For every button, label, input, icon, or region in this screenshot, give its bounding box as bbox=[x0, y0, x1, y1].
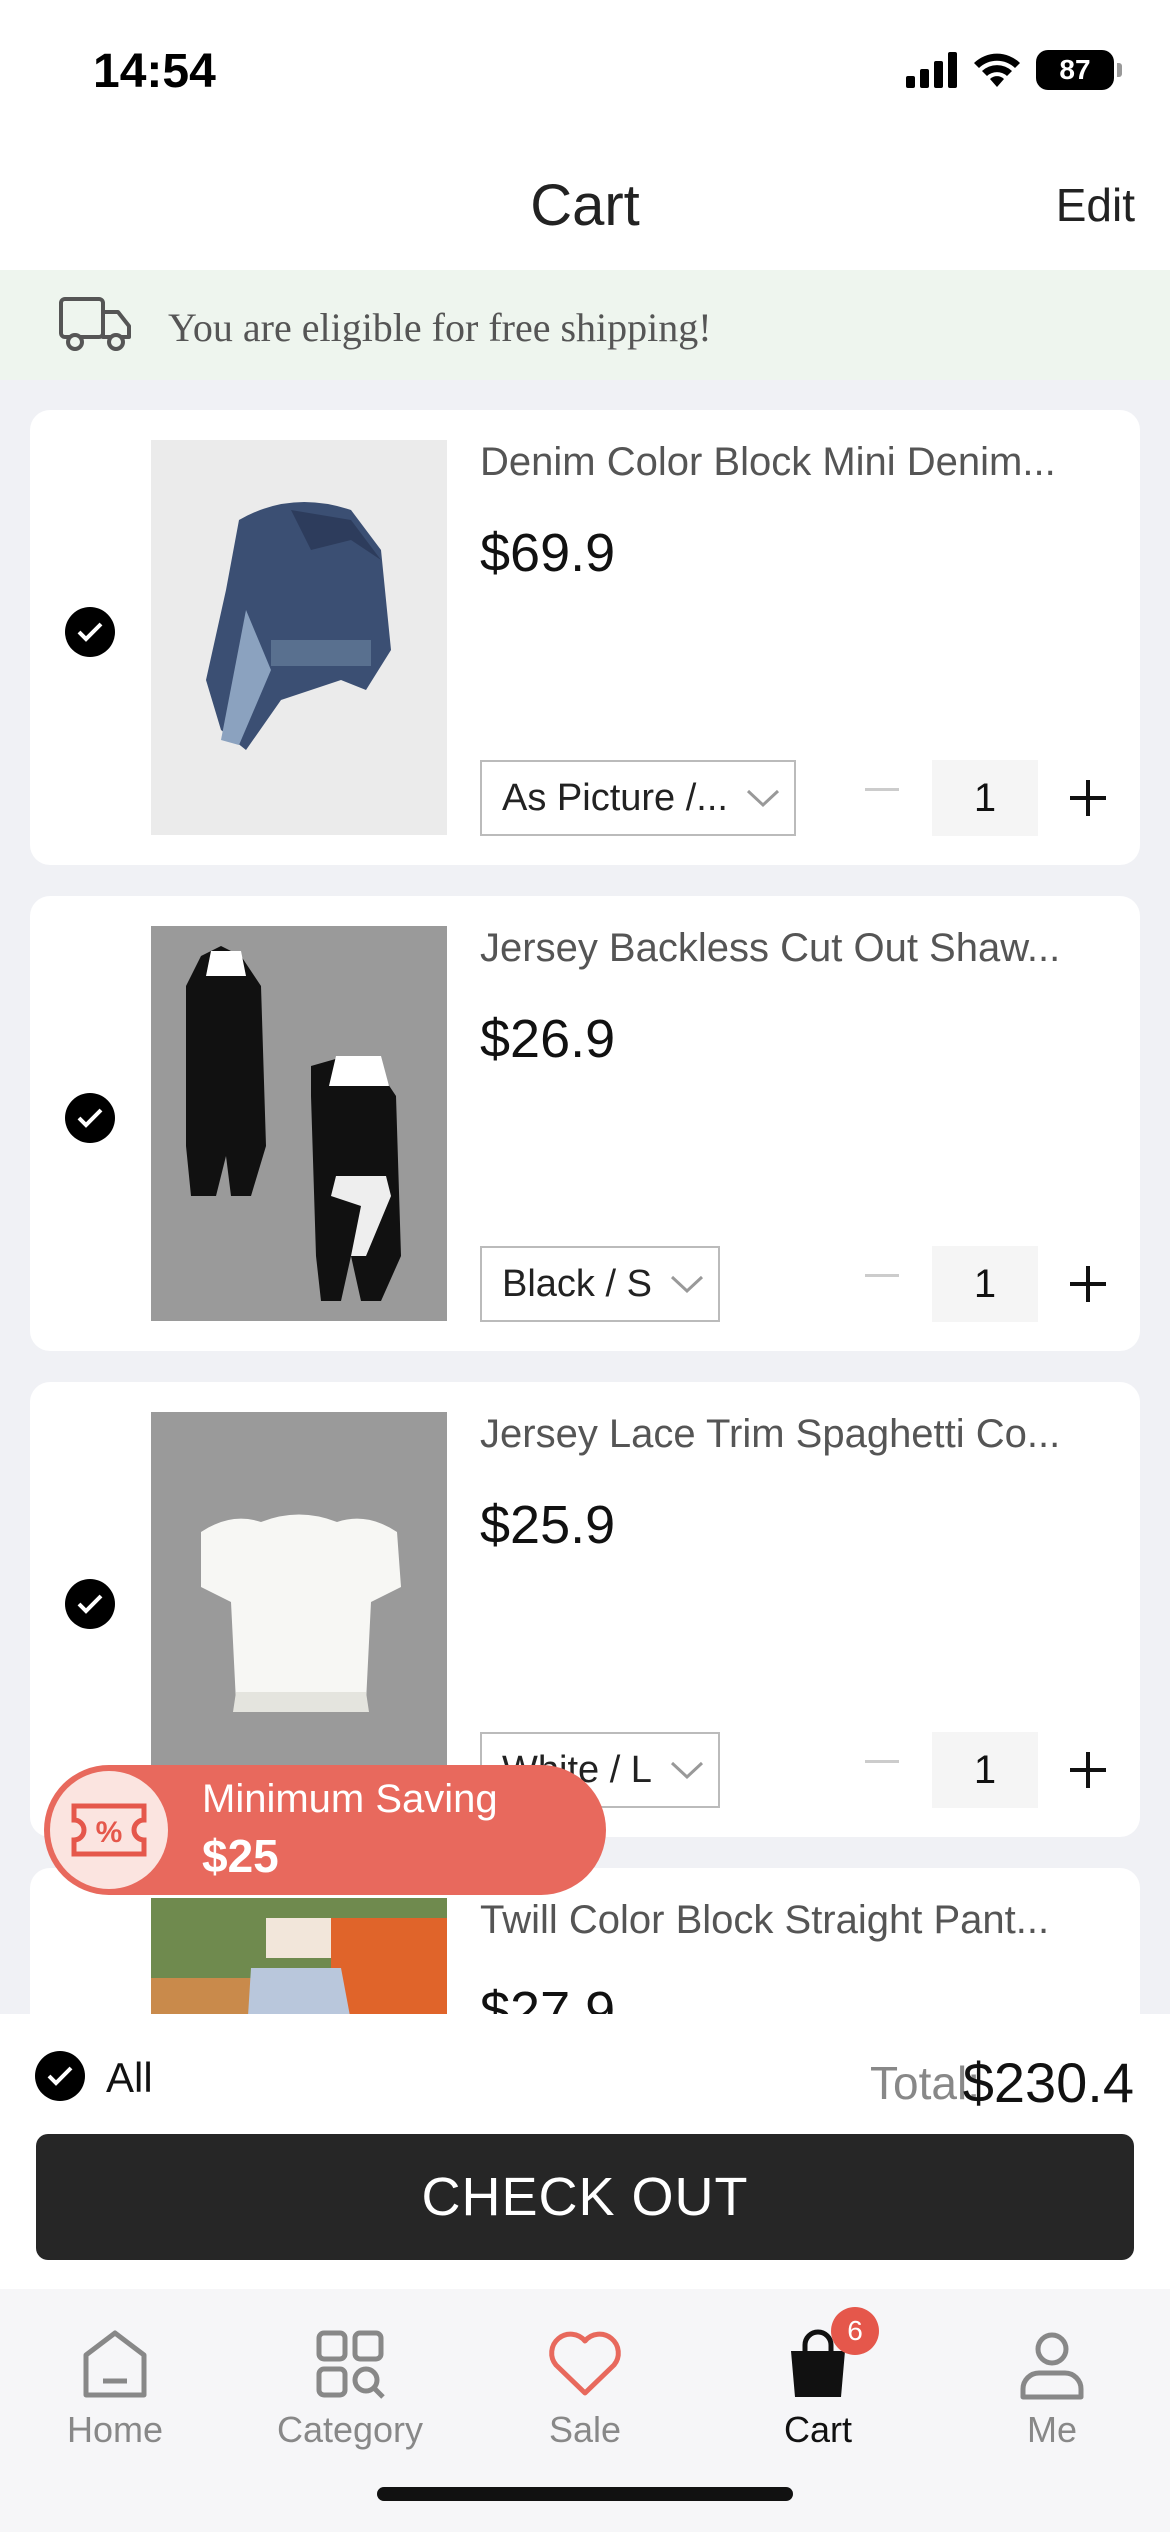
item-checkbox[interactable] bbox=[65, 607, 115, 657]
status-time: 14:54 bbox=[93, 45, 216, 98]
item-name[interactable]: Jersey Lace Trim Spaghetti Co... bbox=[480, 1412, 1120, 1457]
signal-icon bbox=[906, 52, 957, 88]
minimum-saving-badge[interactable]: % Minimum Saving $25 bbox=[44, 1765, 606, 1895]
category-icon bbox=[311, 2325, 389, 2403]
cart-summary: All Total: $230.4 CHECK OUT bbox=[0, 2014, 1170, 2289]
item-checkbox[interactable] bbox=[65, 1093, 115, 1143]
quantity-value[interactable]: 1 bbox=[932, 1732, 1038, 1808]
item-name[interactable]: Twill Color Block Straight Pant... bbox=[480, 1898, 1120, 1943]
variant-value: Black / S bbox=[502, 1262, 652, 1305]
heart-icon bbox=[546, 2325, 624, 2403]
decrease-quantity-button[interactable] bbox=[865, 788, 899, 791]
svg-text:%: % bbox=[96, 1816, 123, 1849]
product-image[interactable] bbox=[151, 1412, 447, 1807]
status-icons: 87 bbox=[906, 50, 1122, 90]
home-icon bbox=[76, 2325, 154, 2403]
page-title: Cart bbox=[530, 173, 640, 238]
cart-screen: 14:54 87 Cart Edit You are eligible for … bbox=[0, 0, 1170, 2532]
cart-item: Jersey Backless Cut Out Shaw... $26.9 Bl… bbox=[30, 896, 1140, 1351]
shopping-bag-icon: 6 bbox=[779, 2307, 879, 2403]
home-indicator bbox=[377, 2487, 793, 2501]
product-image[interactable] bbox=[151, 926, 447, 1321]
increase-quantity-button[interactable] bbox=[1070, 780, 1106, 816]
checkmark-icon bbox=[77, 1108, 103, 1128]
tab-label: Category bbox=[276, 2409, 424, 2450]
tab-me[interactable]: Me bbox=[952, 2325, 1152, 2451]
increase-quantity-button[interactable] bbox=[1070, 1266, 1106, 1302]
item-price: $69.9 bbox=[480, 523, 616, 583]
variant-value: As Picture /... bbox=[502, 776, 728, 819]
select-all-label[interactable]: All bbox=[106, 2054, 153, 2102]
saving-value: $25 bbox=[202, 1830, 279, 1882]
item-name[interactable]: Denim Color Block Mini Denim... bbox=[480, 440, 1120, 485]
battery-icon: 87 bbox=[1036, 50, 1122, 90]
tab-cart[interactable]: 6 Cart bbox=[718, 2307, 918, 2451]
variant-select[interactable]: Black / S bbox=[480, 1246, 720, 1322]
saving-title: Minimum Saving bbox=[202, 1777, 498, 1821]
tab-label: Sale bbox=[548, 2409, 622, 2450]
chevron-down-icon bbox=[746, 789, 779, 808]
select-all-checkbox[interactable] bbox=[35, 2051, 85, 2101]
decrease-quantity-button[interactable] bbox=[865, 1760, 899, 1763]
tab-label: Cart bbox=[783, 2409, 852, 2450]
user-icon bbox=[1013, 2325, 1091, 2403]
item-price: $26.9 bbox=[480, 1009, 616, 1069]
tab-label: Me bbox=[1026, 2409, 1077, 2450]
increase-quantity-button[interactable] bbox=[1070, 1752, 1106, 1788]
decrease-quantity-button[interactable] bbox=[865, 1274, 899, 1277]
cart-count-badge: 6 bbox=[831, 2307, 879, 2355]
item-checkbox[interactable] bbox=[65, 1579, 115, 1629]
quantity-value[interactable]: 1 bbox=[932, 760, 1038, 836]
header: Cart Edit bbox=[0, 150, 1170, 270]
quantity-value[interactable]: 1 bbox=[932, 1246, 1038, 1322]
checkmark-icon bbox=[77, 1594, 103, 1614]
chevron-down-icon bbox=[670, 1761, 703, 1780]
tab-label: Home bbox=[66, 2409, 164, 2450]
checkmark-icon bbox=[77, 622, 103, 642]
status-bar: 14:54 87 bbox=[0, 0, 1170, 150]
battery-level: 87 bbox=[1059, 54, 1091, 85]
product-image[interactable] bbox=[151, 440, 447, 835]
edit-button[interactable]: Edit bbox=[1056, 178, 1135, 232]
wifi-icon bbox=[974, 53, 1020, 87]
tab-home[interactable]: Home bbox=[15, 2325, 215, 2451]
variant-select[interactable]: As Picture /... bbox=[480, 760, 796, 836]
item-price: $25.9 bbox=[480, 1495, 616, 1555]
chevron-down-icon bbox=[670, 1275, 703, 1294]
free-shipping-banner: You are eligible for free shipping! bbox=[0, 270, 1170, 380]
tab-category[interactable]: Category bbox=[250, 2325, 450, 2451]
discount-coupon-icon: % bbox=[50, 1771, 168, 1889]
tab-sale[interactable]: Sale bbox=[485, 2325, 685, 2451]
checkout-button[interactable]: CHECK OUT bbox=[36, 2134, 1134, 2260]
cart-item: Denim Color Block Mini Denim... $69.9 As… bbox=[30, 410, 1140, 865]
item-name[interactable]: Jersey Backless Cut Out Shaw... bbox=[480, 926, 1120, 971]
checkmark-icon bbox=[47, 2066, 73, 2086]
total-value: $230.4 bbox=[962, 2051, 1134, 2114]
truck-icon bbox=[59, 297, 131, 351]
free-shipping-text: You are eligible for free shipping! bbox=[168, 305, 712, 350]
